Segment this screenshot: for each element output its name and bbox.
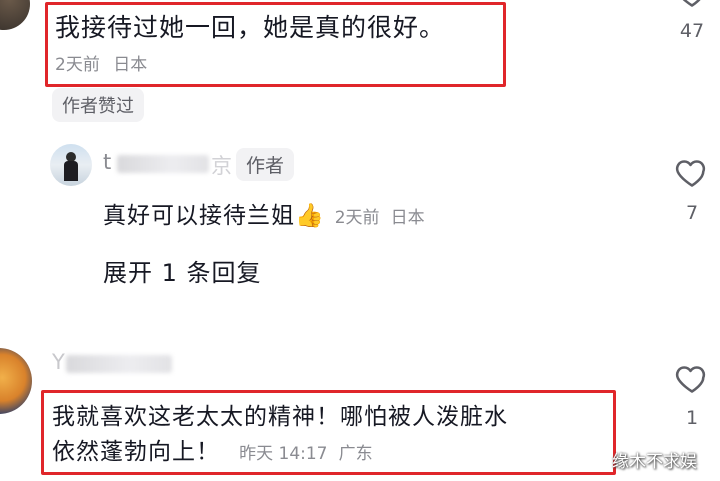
avatar[interactable] — [0, 348, 32, 414]
username[interactable]: Y — [52, 350, 192, 376]
avatar[interactable] — [50, 144, 92, 186]
comment-time: 2天前 — [55, 55, 100, 75]
comment-line: 依然蓬勃向上！ 昨天 14:17 广东 — [52, 432, 373, 466]
username-blurred — [117, 155, 209, 173]
avatar[interactable] — [0, 0, 30, 30]
username[interactable]: t 京 — [103, 150, 233, 178]
like-count: 47 — [679, 20, 705, 42]
comment-text: 依然蓬勃向上！ — [52, 439, 220, 465]
comment-text: 真好可以接待兰姐 — [103, 203, 295, 229]
author-liked-badge: 作者赞过 — [52, 88, 144, 122]
expand-replies-button[interactable]: 展开 1 条回复 — [103, 253, 262, 288]
like-count: 7 — [685, 202, 699, 224]
thumbs-up-emoji: 👍 — [295, 203, 324, 229]
comment-location: 日本 — [390, 208, 425, 228]
comment-text: 我就喜欢这老太太的精神！哪怕被人泼脏水 — [52, 404, 508, 430]
username-blurred — [66, 355, 172, 373]
comment-location: 日本 — [113, 55, 148, 75]
username-visible: t — [103, 150, 112, 174]
comment-text: 我接待过她一回，她是真的很好。 — [55, 13, 446, 42]
username-tail: 京 — [211, 154, 232, 178]
comment-time: 2天前 — [334, 208, 380, 228]
watermark: 缘木不求娱 — [612, 452, 697, 472]
like-count: 1 — [685, 407, 699, 429]
comment-meta: 2天前 日本 — [55, 50, 147, 75]
username-visible: Y — [52, 350, 65, 374]
comment-time: 昨天 14:17 — [239, 444, 328, 464]
heart-outline-icon[interactable] — [674, 360, 710, 396]
author-badge: 作者 — [236, 148, 295, 181]
heart-outline-icon[interactable] — [674, 154, 710, 190]
comment-location: 广东 — [338, 444, 373, 464]
heart-outline-icon[interactable] — [674, 0, 710, 10]
comment-line: 真好可以接待兰姐👍 2天前 日本 — [103, 196, 425, 230]
